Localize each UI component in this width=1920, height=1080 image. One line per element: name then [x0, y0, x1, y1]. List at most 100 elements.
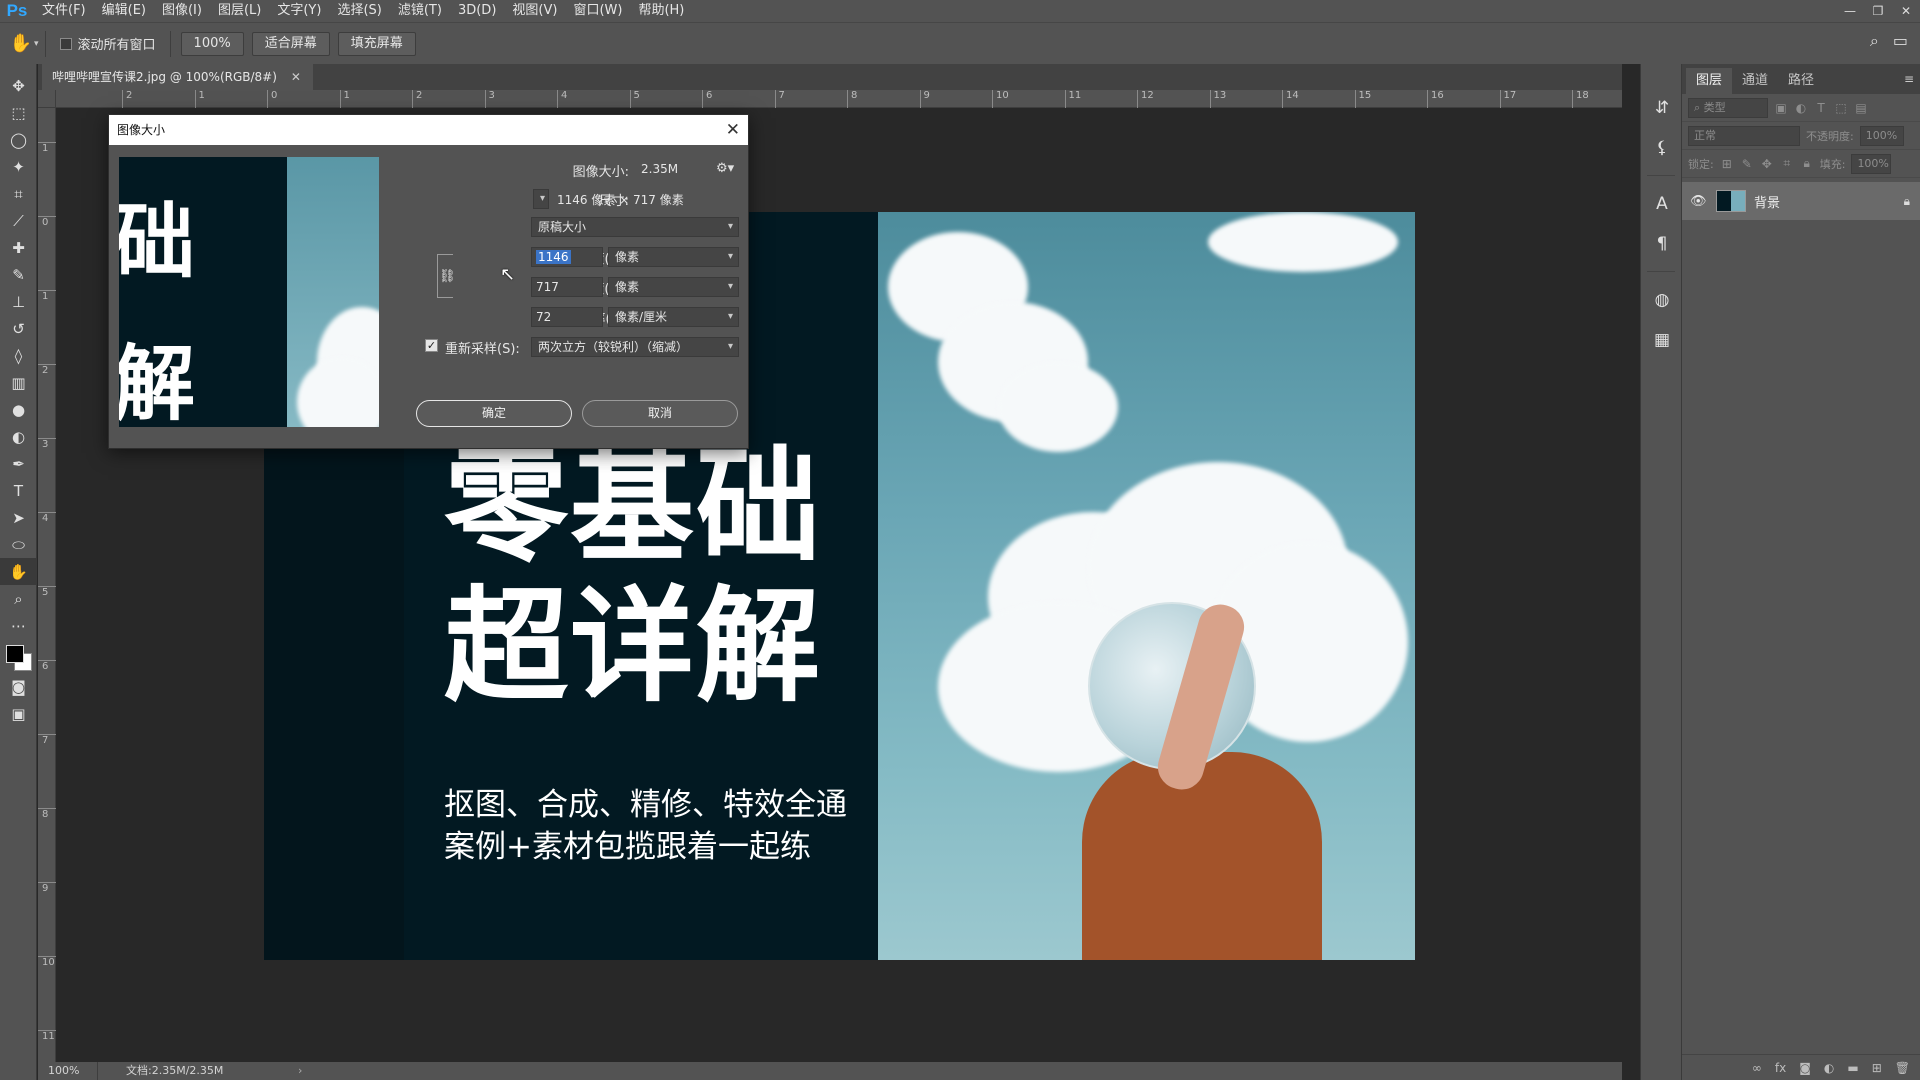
eraser-tool-icon[interactable]: ◊	[0, 342, 37, 369]
lock-transparent-icon[interactable]: ⊞	[1720, 157, 1734, 171]
brush-tool-icon[interactable]: ✎	[0, 261, 37, 288]
path-selection-tool-icon[interactable]: ➤	[0, 504, 37, 531]
swatches-panel-icon[interactable]: ▦	[1641, 320, 1683, 360]
close-icon[interactable]: ✕	[291, 64, 301, 90]
menu-3d[interactable]: 3D(D)	[450, 0, 504, 22]
checkbox-box[interactable]	[59, 37, 72, 50]
filter-type-icon[interactable]: T	[1814, 101, 1828, 115]
dialog-preview[interactable]: 础 解	[119, 157, 379, 427]
link-layers-icon[interactable]: ∞	[1752, 1061, 1762, 1075]
width-unit-select[interactable]: 像素 ▾	[608, 247, 739, 267]
close-icon[interactable]: ✕	[726, 115, 740, 145]
visibility-eye-icon[interactable]: 👁︎	[1690, 194, 1708, 209]
ellipse-tool-icon[interactable]: ⬭	[0, 531, 37, 558]
more-tools-icon[interactable]: ⋯	[0, 612, 37, 639]
close-window-button[interactable]: ✕	[1892, 0, 1920, 22]
history-panel-icon[interactable]: ⇵	[1641, 88, 1683, 128]
cancel-button[interactable]: 取消	[582, 400, 738, 427]
lock-image-icon[interactable]: ✎	[1740, 157, 1754, 171]
fill-input[interactable]: 100%	[1851, 153, 1892, 174]
filter-shape-icon[interactable]: ⬚	[1834, 101, 1848, 115]
healing-brush-tool-icon[interactable]: ✚	[0, 234, 37, 261]
menu-select[interactable]: 选择(S)	[329, 0, 389, 22]
filter-pixel-icon[interactable]: ▣	[1774, 101, 1788, 115]
move-tool-icon[interactable]: ✥	[0, 72, 37, 99]
ruler-corner[interactable]	[38, 90, 56, 108]
dialog-titlebar[interactable]: 图像大小 ✕	[109, 115, 748, 145]
character-panel-icon[interactable]: A	[1641, 184, 1683, 224]
lock-all-icon[interactable]: 🔒︎	[1800, 156, 1814, 171]
document-tab[interactable]: 哔哩哔哩宣传课2.jpg @ 100%(RGB/8#) ✕	[42, 64, 313, 90]
zoom-tool-icon[interactable]: ⌕	[0, 585, 37, 612]
menu-layer[interactable]: 图层(L)	[210, 0, 269, 22]
fill-screen-button[interactable]: 填充屏幕	[337, 31, 416, 56]
gradient-tool-icon[interactable]: ▥	[0, 369, 37, 396]
marquee-tool-icon[interactable]: ⬚	[0, 99, 37, 126]
scroll-all-windows-checkbox[interactable]: 滚动所有窗口	[52, 34, 164, 53]
link-chain-icon[interactable]: ⛓	[439, 269, 456, 284]
fit-to-select[interactable]: 原稿大小 ▾	[531, 217, 739, 237]
lasso-tool-icon[interactable]: ◯	[0, 126, 37, 153]
fit-screen-button[interactable]: 适合屏幕	[251, 31, 330, 56]
paragraph-panel-icon[interactable]: ¶	[1641, 224, 1683, 264]
eyedropper-tool-icon[interactable]: ⟋	[0, 207, 37, 234]
crop-tool-icon[interactable]: ⌗	[0, 180, 37, 207]
height-unit-select[interactable]: 像素 ▾	[608, 277, 739, 297]
panel-menu-icon[interactable]: ≡	[1904, 72, 1914, 86]
gear-icon[interactable]: ⚙▾	[716, 161, 734, 176]
resample-checkbox[interactable]: ✓	[425, 339, 438, 352]
layer-name[interactable]: 背景	[1754, 192, 1896, 211]
restore-button[interactable]: ❐	[1864, 0, 1892, 22]
menu-window[interactable]: 窗口(W)	[565, 0, 630, 22]
add-mask-icon[interactable]: ◙	[1799, 1061, 1811, 1075]
ok-button[interactable]: 确定	[416, 400, 572, 427]
clone-stamp-tool-icon[interactable]: ⊥	[0, 288, 37, 315]
status-menu-arrow[interactable]: ›	[298, 1062, 302, 1080]
menu-help[interactable]: 帮助(H)	[630, 0, 692, 22]
resolution-unit-select[interactable]: 像素/厘米 ▾	[608, 307, 739, 327]
width-input[interactable]: 1146	[531, 247, 603, 267]
tab-channels[interactable]: 通道	[1732, 68, 1778, 94]
foreground-color-swatch[interactable]	[6, 645, 24, 663]
opacity-input[interactable]: 100%	[1859, 125, 1904, 146]
history-brush-tool-icon[interactable]: ↺	[0, 315, 37, 342]
blend-mode-select[interactable]: 正常	[1688, 125, 1800, 146]
blur-tool-icon[interactable]: ●	[0, 396, 37, 423]
delete-layer-icon[interactable]: 🗑︎	[1895, 1061, 1910, 1075]
filter-adjustment-icon[interactable]: ◐	[1794, 101, 1808, 115]
menu-type[interactable]: 文字(Y)	[269, 0, 329, 22]
color-panel-icon[interactable]: ◍	[1641, 280, 1683, 320]
lock-position-icon[interactable]: ✥	[1760, 157, 1774, 171]
height-input[interactable]: 717	[531, 277, 603, 297]
pen-tool-icon[interactable]: ✒	[0, 450, 37, 477]
layer-style-icon[interactable]: fx	[1775, 1061, 1786, 1075]
type-tool-icon[interactable]: T	[0, 477, 37, 504]
layer-row-background[interactable]: 👁︎ 背景 🔒︎	[1682, 182, 1920, 220]
dimensions-unit-dropdown[interactable]: ▾	[533, 189, 549, 209]
status-zoom[interactable]: 100%	[38, 1062, 98, 1080]
menu-edit[interactable]: 编辑(E)	[94, 0, 154, 22]
vertical-ruler[interactable]: 1 0 1 2 3 4 5 6 7 8 9 10 11	[38, 108, 56, 1062]
filter-smart-object-icon[interactable]: ▤	[1854, 101, 1868, 115]
workspace-icon[interactable]: ▭	[1893, 31, 1908, 51]
horizontal-ruler[interactable]: 2 1 0 1 2 3 4 5 6 7 8 9 10 11 12 13 14 15 16 17 18	[56, 90, 1622, 108]
quick-mask-icon[interactable]: ◙	[0, 673, 37, 700]
resolution-input[interactable]: 72	[531, 307, 603, 327]
menu-file[interactable]: 文件(F)	[34, 0, 94, 22]
resample-method-select[interactable]: 两次立方（较锐利）（缩减） ▾	[531, 337, 739, 357]
menu-view[interactable]: 视图(V)	[504, 0, 565, 22]
menu-image[interactable]: 图像(I)	[154, 0, 210, 22]
layer-lock-icon[interactable]: 🔒︎	[1904, 194, 1910, 209]
minimize-button[interactable]: —	[1836, 0, 1864, 22]
layer-filter-select[interactable]: ⌕ 类型	[1688, 97, 1768, 118]
zoom-100-button[interactable]: 100%	[180, 31, 244, 56]
screen-mode-icon[interactable]: ▣	[0, 700, 37, 727]
tab-paths[interactable]: 路径	[1778, 68, 1824, 94]
lock-artboard-icon[interactable]: ⌗	[1780, 156, 1794, 171]
new-layer-icon[interactable]: ⊞	[1872, 1061, 1882, 1075]
dodge-tool-icon[interactable]: ◐	[0, 423, 37, 450]
adjustment-layer-icon[interactable]: ◐	[1824, 1061, 1834, 1075]
hand-tool-icon[interactable]: ✋	[0, 558, 37, 585]
new-group-icon[interactable]: ▬	[1847, 1061, 1858, 1075]
color-swatches[interactable]	[0, 639, 37, 673]
